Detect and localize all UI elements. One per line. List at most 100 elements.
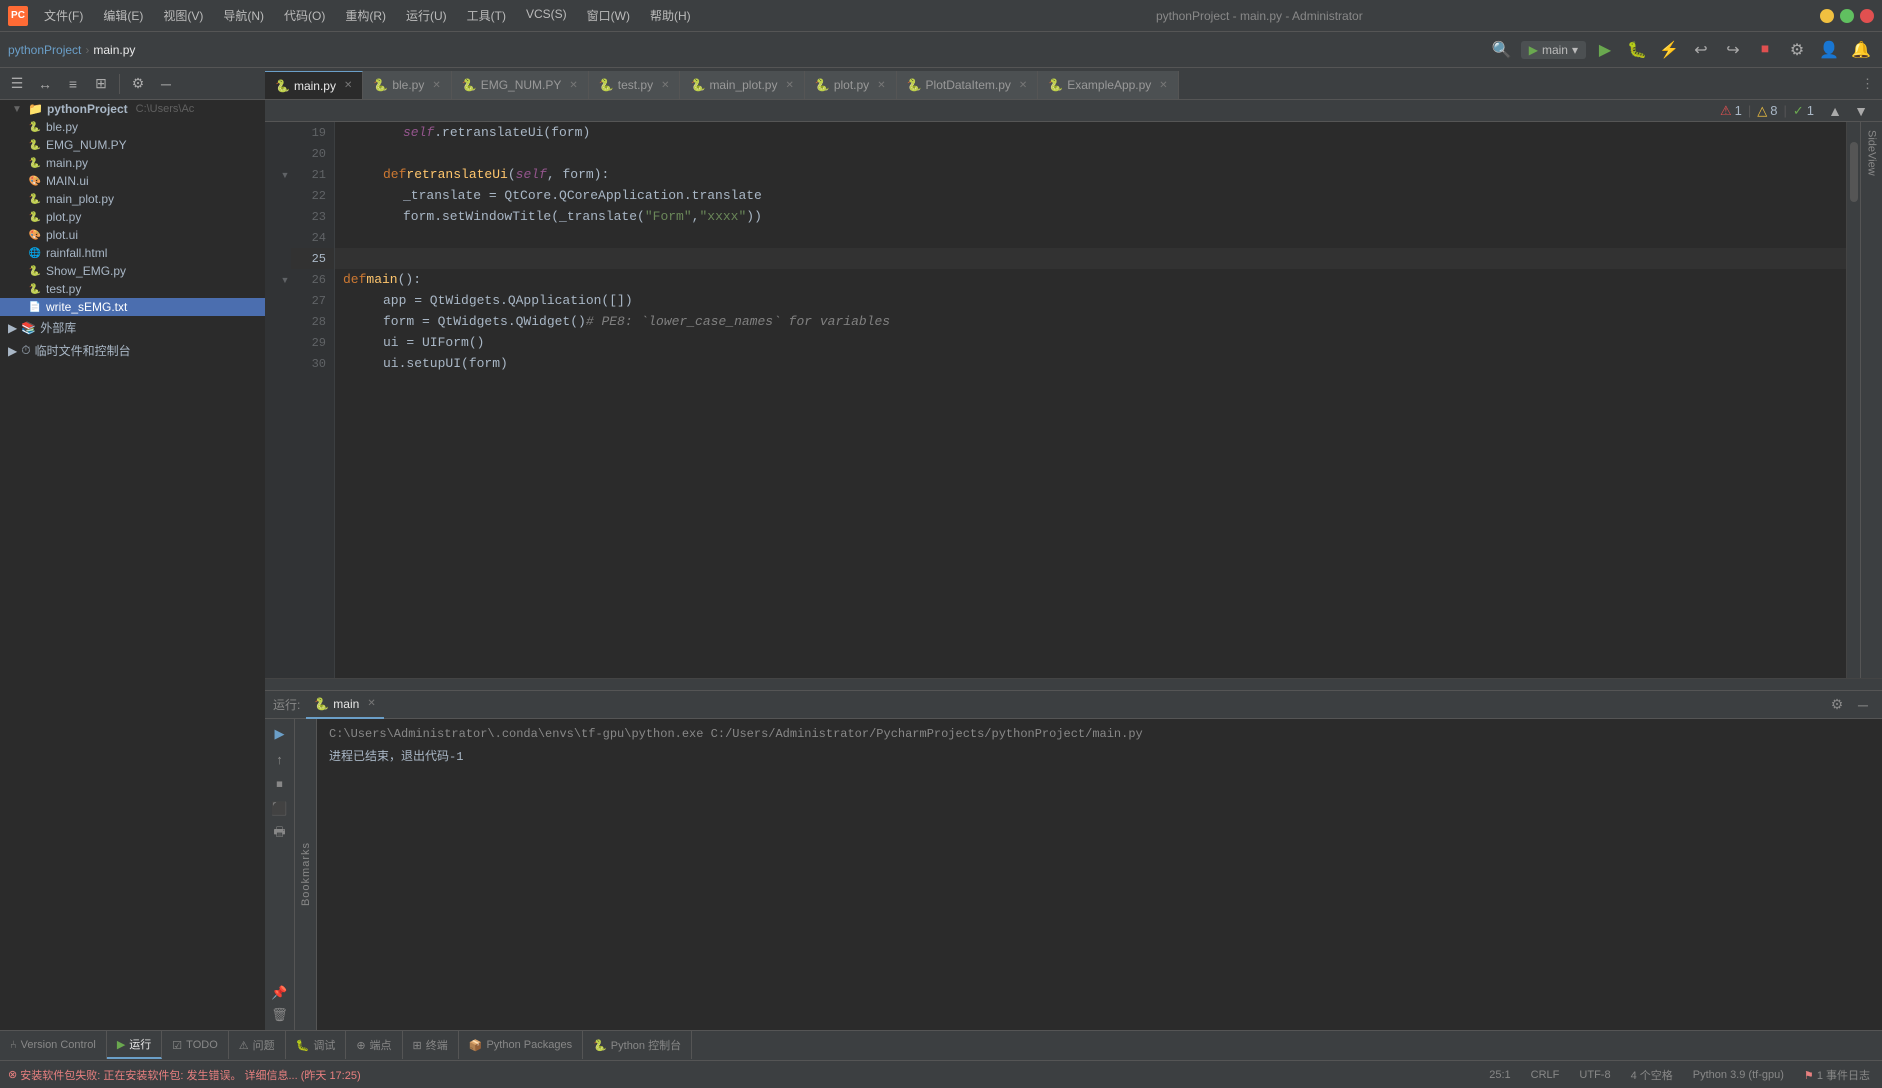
run-active-tab[interactable]: 🐍 main ✕ xyxy=(306,691,383,719)
bottom-tab-endpoints[interactable]: ⊕ 端点 xyxy=(346,1031,402,1059)
run-scroll-up[interactable]: ↑ xyxy=(269,748,291,770)
run-stop-icon[interactable]: ⏹ xyxy=(269,773,291,795)
close-button[interactable] xyxy=(1860,9,1874,23)
debug-button[interactable]: 🐛 xyxy=(1624,37,1650,63)
tab-emg[interactable]: 🐍 EMG_NUM.PY ✕ xyxy=(452,71,589,99)
menu-file[interactable]: 文件(F) xyxy=(36,4,91,27)
tab-close-test[interactable]: ✕ xyxy=(661,80,669,91)
status-line-ending[interactable]: CRLF xyxy=(1527,1069,1564,1081)
file-mainui[interactable]: 🎨 MAIN.ui xyxy=(0,172,265,190)
forward-button[interactable]: ↪ xyxy=(1720,37,1746,63)
profile-button[interactable]: 👤 xyxy=(1816,37,1842,63)
status-encoding[interactable]: UTF-8 xyxy=(1575,1069,1614,1081)
sidebar-settings[interactable]: ⚙ xyxy=(125,71,151,97)
run-settings-btn[interactable]: ⚙ xyxy=(1826,694,1848,716)
file-show-emg[interactable]: 🐍 Show_EMG.py xyxy=(0,262,265,280)
file-write-semg[interactable]: 📄 write_sEMG.txt xyxy=(0,298,265,316)
run-scroll-panel[interactable]: ⬛ xyxy=(269,798,291,820)
run-with-coverage[interactable]: ⚡ xyxy=(1656,37,1682,63)
tab-close-emg[interactable]: ✕ xyxy=(569,80,577,91)
code-line-21[interactable]: def retranslateUi(self, form): xyxy=(335,164,1846,185)
status-install-error[interactable]: ⊗ 安装软件包失败: 正在安装软件包: 发生错误。 详细信息... (昨天 17… xyxy=(8,1067,361,1083)
sidebar-minimize[interactable]: ─ xyxy=(153,71,179,97)
file-test[interactable]: 🐍 test.py xyxy=(0,280,265,298)
code-line-29[interactable]: ui = UIForm() xyxy=(335,332,1846,353)
menu-edit[interactable]: 编辑(E) xyxy=(95,4,151,27)
settings-button[interactable]: ⚙ xyxy=(1784,37,1810,63)
run-config[interactable]: ▶ main ▾ xyxy=(1521,41,1586,59)
code-line-19[interactable]: self.retranslateUi(form) xyxy=(335,122,1846,143)
file-plot[interactable]: 🐍 plot.py xyxy=(0,208,265,226)
code-line-28[interactable]: form = QtWidgets.QWidget() # PE8: `lower… xyxy=(335,311,1846,332)
code-content[interactable]: self.retranslateUi(form) def retranslate… xyxy=(335,122,1846,678)
notifications-button[interactable]: 🔔 xyxy=(1848,37,1874,63)
menu-view[interactable]: 视图(V) xyxy=(155,4,211,27)
run-button[interactable]: ▶ xyxy=(1592,37,1618,63)
status-indent[interactable]: 4 个空格 xyxy=(1627,1067,1677,1083)
fold-19[interactable] xyxy=(279,122,291,143)
file-ble[interactable]: 🐍 ble.py xyxy=(0,118,265,136)
maximize-button[interactable] xyxy=(1840,9,1854,23)
run-pin-icon[interactable]: 📌 xyxy=(269,982,291,1004)
bottom-tab-vcs[interactable]: ⑃ Version Control xyxy=(0,1031,107,1059)
bottom-tab-problems[interactable]: ⚠ 问题 xyxy=(229,1031,286,1059)
menu-tools[interactable]: 工具(T) xyxy=(459,4,514,27)
code-line-27[interactable]: app = QtWidgets.QApplication([]) xyxy=(335,290,1846,311)
tab-test[interactable]: 🐍 test.py ✕ xyxy=(589,71,681,99)
expand-panel-btn[interactable]: ▼ xyxy=(1848,98,1874,124)
horizontal-scrollbar[interactable] xyxy=(265,678,1882,690)
breadcrumb-project[interactable]: pythonProject xyxy=(8,43,81,57)
ok-count[interactable]: ✓ 1 xyxy=(1793,103,1814,119)
group-temp-files[interactable]: ▶ ⏱ 临时文件和控制台 xyxy=(0,339,265,362)
collapse-panel-btn[interactable]: ▲ xyxy=(1822,98,1848,124)
run-tab-close[interactable]: ✕ xyxy=(367,698,375,709)
status-python-version[interactable]: Python 3.9 (tf-gpu) xyxy=(1689,1069,1788,1081)
file-main-plot[interactable]: 🐍 main_plot.py xyxy=(0,190,265,208)
tab-close-plot[interactable]: ✕ xyxy=(877,80,885,91)
menu-window[interactable]: 窗口(W) xyxy=(579,4,638,27)
file-rainfall[interactable]: 🌐 rainfall.html xyxy=(0,244,265,262)
sidebar-layout-btn[interactable]: ☰ xyxy=(4,71,30,97)
tab-main-py[interactable]: 🐍 main.py ✕ xyxy=(265,71,363,99)
menu-nav[interactable]: 导航(N) xyxy=(215,4,272,27)
tab-ble-py[interactable]: 🐍 ble.py ✕ xyxy=(363,71,451,99)
fold-23[interactable] xyxy=(279,206,291,227)
group-external-libs[interactable]: ▶ 📚 外部库 xyxy=(0,316,265,339)
menu-vcs[interactable]: VCS(S) xyxy=(518,4,575,27)
bottom-tab-terminal[interactable]: ⊞ 终端 xyxy=(403,1031,459,1059)
status-position[interactable]: 25:1 xyxy=(1485,1069,1514,1081)
code-line-20[interactable] xyxy=(335,143,1846,164)
fold-21[interactable]: ▼ xyxy=(279,164,291,185)
file-emg[interactable]: 🐍 EMG_NUM.PY xyxy=(0,136,265,154)
search-button[interactable]: 🔍 xyxy=(1489,37,1515,63)
tab-close-ble[interactable]: ✕ xyxy=(432,80,440,91)
code-line-25[interactable] xyxy=(335,248,1846,269)
vertical-scrollbar[interactable] xyxy=(1846,122,1860,678)
code-line-24[interactable] xyxy=(335,227,1846,248)
sidebar-collapse-all[interactable]: ≡ xyxy=(60,71,86,97)
code-line-26[interactable]: def main(): xyxy=(335,269,1846,290)
project-root[interactable]: ▼ 📁 pythonProject C:\Users\Ac xyxy=(0,100,265,118)
tab-mainplot[interactable]: 🐍 main_plot.py ✕ xyxy=(680,71,804,99)
scrollbar-thumb[interactable] xyxy=(1850,142,1858,202)
bottom-tab-python-packages[interactable]: 📦 Python Packages xyxy=(459,1031,583,1059)
code-line-23[interactable]: form.setWindowTitle(_translate("Form", "… xyxy=(335,206,1846,227)
status-event-log[interactable]: ⚑ 1 事件日志 xyxy=(1800,1067,1874,1083)
sidebar-toggle-btn[interactable]: ↔ xyxy=(32,71,58,97)
bottom-tab-todo[interactable]: ☑ TODO xyxy=(162,1031,228,1059)
tab-close-main[interactable]: ✕ xyxy=(344,80,352,91)
bottom-tab-debug[interactable]: 🐛 调试 xyxy=(286,1031,347,1059)
run-close-btn[interactable]: ─ xyxy=(1852,694,1874,716)
minimize-button[interactable] xyxy=(1820,9,1834,23)
stop-button[interactable]: ⏹ xyxy=(1752,37,1778,63)
code-line-30[interactable]: ui.setupUI(form) xyxy=(335,353,1846,374)
error-count[interactable]: ⚠ 1 xyxy=(1720,103,1742,119)
menu-run[interactable]: 运行(U) xyxy=(398,4,455,27)
bottom-tab-run[interactable]: ▶ 运行 xyxy=(107,1031,162,1059)
run-trash-icon[interactable]: 🗑 xyxy=(269,1004,291,1026)
run-play-icon[interactable]: ▶ xyxy=(269,723,291,745)
bottom-tab-python-console[interactable]: 🐍 Python 控制台 xyxy=(583,1031,692,1059)
code-line-22[interactable]: _translate = QtCore.QCoreApplication.tra… xyxy=(335,185,1846,206)
warn-count[interactable]: △ 8 xyxy=(1757,103,1777,119)
tab-exampleapp[interactable]: 🐍 ExampleApp.py ✕ xyxy=(1038,71,1178,99)
